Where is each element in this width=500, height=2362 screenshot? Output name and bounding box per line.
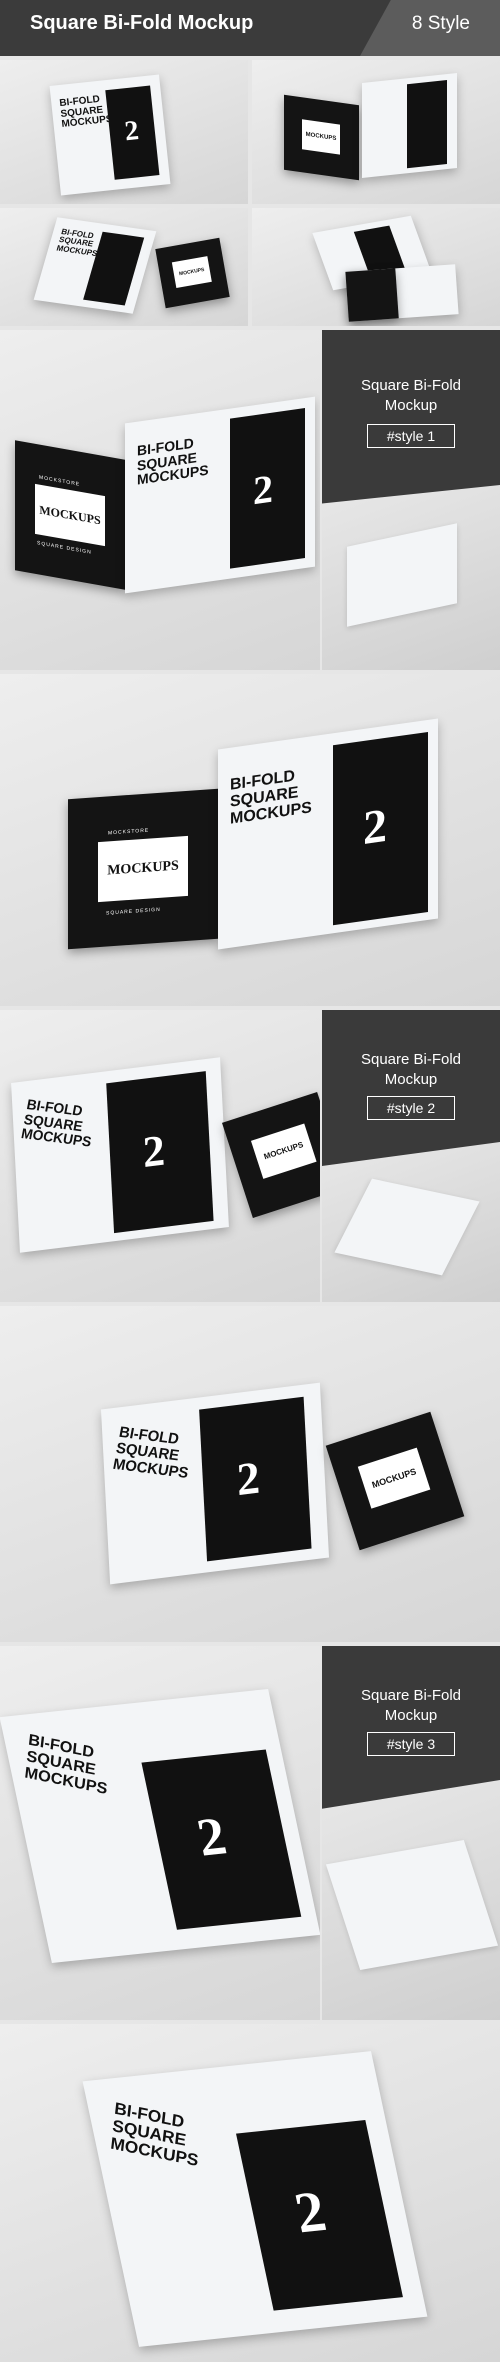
- blank-booklet: [347, 523, 457, 627]
- mockup-inner: BI-FOLD SQUARE MOCKUPS 2: [218, 718, 438, 950]
- big-number: 2: [363, 798, 387, 856]
- blank-booklet: [334, 1178, 480, 1276]
- thumb-3: BI-FOLD SQUARE MOCKUPS MOCKUPS: [0, 208, 248, 326]
- mockup-cover: MOCKUPS: [221, 1091, 320, 1219]
- blank-booklet: [325, 1840, 499, 1970]
- mockup-cover: [345, 268, 399, 322]
- headline-text: BI-FOLD SQUARE MOCKUPS: [111, 1423, 190, 1482]
- cover-label: MOCKUPS: [302, 119, 340, 155]
- hero-style-3: BI-FOLD SQUARE MOCKUPS 2: [0, 1646, 320, 2020]
- page-title: Square Bi-Fold Mockup: [30, 12, 254, 34]
- mockup-cover: MOCKSTORE MOCKUPS SQUARE DESIGN: [15, 440, 125, 590]
- headline-text: BI-FOLD SQUARE MOCKUPS: [23, 1731, 109, 1798]
- panel-photo: [322, 1142, 500, 1302]
- cover-bottom-text: SQUARE DESIGN: [106, 906, 161, 917]
- hero-style-2: BI-FOLD SQUARE MOCKUPS 2 MOCKUPS: [0, 1010, 320, 1302]
- mockup-inner: BI-FOLD SQUARE MOCKUPS: [33, 217, 157, 314]
- panel-photo: [322, 1780, 500, 2020]
- panel-title: Square Bi-Fold Mockup: [360, 377, 462, 414]
- mockup-inner: [362, 73, 457, 178]
- headline-text: BI-FOLD SQUARE MOCKUPS: [58, 93, 114, 130]
- mockup-booklet: BI-FOLD SQUARE MOCKUPS 2: [49, 74, 171, 196]
- mockup-inner: BI-FOLD SQUARE MOCKUPS 2: [100, 1382, 330, 1585]
- style-2-panel: Square Bi-Fold Mockup #style 2: [322, 1010, 500, 1302]
- style-badge: #style 1: [367, 424, 455, 448]
- photo-strip: [407, 80, 447, 169]
- mockup-open: BI-FOLD SQUARE MOCKUPS 2: [0, 1688, 320, 1964]
- mockup-cover: MOCKUPS: [284, 94, 359, 181]
- big-number: 2: [141, 1125, 167, 1178]
- style-badge: #style 2: [367, 1096, 455, 1120]
- panel-title: Square Bi-Fold Mockup: [360, 1051, 462, 1088]
- style-1-panel: Square Bi-Fold Mockup #style 1: [322, 330, 500, 670]
- cover-top-text: MOCKSTORE: [108, 827, 150, 837]
- hero-style-1-large: MOCKSTORE MOCKUPS SQUARE DESIGN BI-FOLD S…: [0, 674, 500, 1006]
- panel-photo: [322, 485, 500, 670]
- panel-title: Square Bi-Fold Mockup: [360, 1687, 462, 1724]
- mockup-cover: MOCKSTORE MOCKUPS SQUARE DESIGN: [68, 788, 218, 950]
- hero-style-3-large: BI-FOLD SQUARE MOCKUPS 2: [0, 2024, 500, 2362]
- headline-text: BI-FOLD SQUARE MOCKUPS: [19, 1095, 93, 1151]
- mockup-open: BI-FOLD SQUARE MOCKUPS 2: [82, 2051, 428, 2347]
- headline-text: BI-FOLD SQUARE MOCKUPS: [230, 767, 312, 828]
- mockup-bottom: [345, 264, 459, 322]
- style-count: 8 Style: [411, 13, 470, 34]
- cover-label: MOCKUPS: [98, 835, 188, 903]
- hero-style-2-large: BI-FOLD SQUARE MOCKUPS 2 MOCKUPS: [0, 1306, 500, 1642]
- big-number: 2: [253, 465, 273, 514]
- big-number: 2: [235, 1451, 262, 1506]
- cover-label: MOCKUPS: [35, 483, 105, 547]
- mockup-inner: BI-FOLD SQUARE MOCKUPS 2: [11, 1057, 229, 1253]
- mockup-inner: BI-FOLD SQUARE MOCKUPS 2: [125, 396, 315, 594]
- mockup-cover: MOCKUPS: [155, 237, 230, 309]
- hero-style-1: MOCKSTORE MOCKUPS SQUARE DESIGN BI-FOLD S…: [0, 330, 320, 670]
- headline-text: BI-FOLD SQUARE MOCKUPS: [109, 2098, 200, 2170]
- thumb-2: MOCKUPS: [252, 60, 500, 204]
- header-banner: Square Bi-Fold Mockup 8 Style: [0, 0, 500, 56]
- thumb-1: BI-FOLD SQUARE MOCKUPS 2: [0, 60, 248, 204]
- headline-text: BI-FOLD SQUARE MOCKUPS: [137, 434, 209, 489]
- cover-label: MOCKUPS: [250, 1123, 317, 1179]
- style-3-panel: Square Bi-Fold Mockup #style 3: [322, 1646, 500, 2020]
- cover-label: MOCKUPS: [171, 256, 212, 289]
- thumb-4: [252, 208, 500, 326]
- mockup-cover: MOCKUPS: [325, 1411, 465, 1551]
- style-badge: #style 3: [367, 1732, 455, 1756]
- cover-label: MOCKUPS: [357, 1447, 431, 1509]
